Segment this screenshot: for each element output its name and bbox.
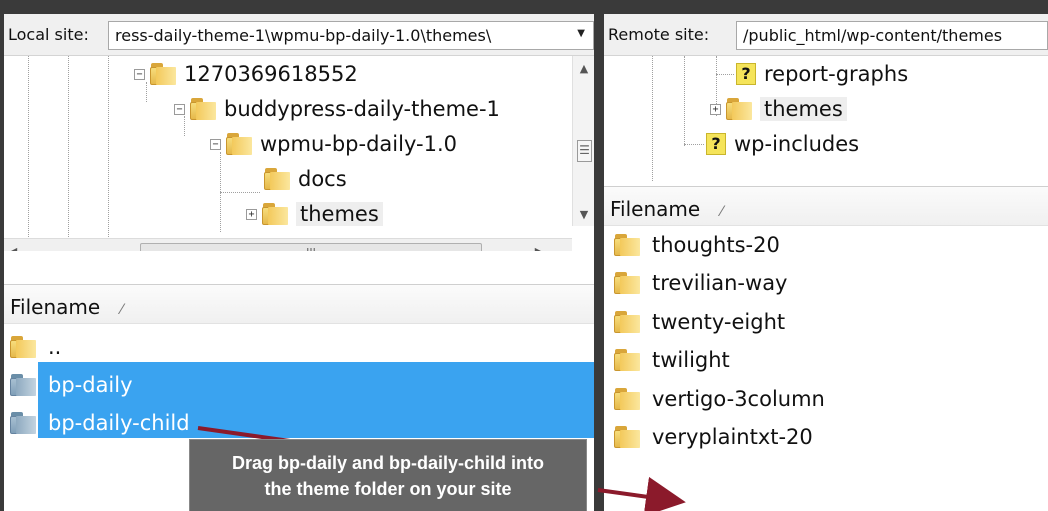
tree-item-label: themes [760, 97, 847, 121]
local-path-combo[interactable]: ress-daily-theme-1\wpmu-bp-daily-1.0\the… [108, 21, 594, 50]
tree-item-label: docs [298, 167, 347, 191]
folder-icon [614, 349, 640, 371]
list-item-trevilian-way[interactable]: trevilian-way [614, 264, 792, 302]
list-item[interactable]: .. [10, 328, 65, 366]
scroll-up-icon[interactable]: ▲ [573, 62, 594, 75]
folder-icon [150, 63, 176, 85]
folder-icon [614, 234, 640, 256]
folder-icon [262, 203, 288, 225]
file-name: trevilian-way [652, 271, 788, 295]
list-item-bp-daily-child[interactable]: bp-daily-child [10, 404, 194, 442]
tree-item-label: 1270369618552 [184, 62, 358, 86]
local-directory-tree: − 1270369618552 − buddypress-daily-theme… [4, 56, 594, 251]
remote-directory-tree: ? report-graphs + themes ? wp-includes [604, 56, 1048, 181]
local-filename-column-header[interactable]: Filename ⁄ [4, 284, 594, 324]
file-name: bp-daily [48, 373, 133, 397]
expand-icon[interactable]: + [246, 208, 257, 220]
list-item-bp-daily[interactable]: bp-daily [10, 366, 137, 404]
remote-filename-column-header[interactable]: Filename ⁄ [604, 186, 1048, 226]
collapse-icon[interactable]: − [174, 103, 185, 115]
file-name: veryplaintxt-20 [652, 425, 813, 449]
scroll-right-icon[interactable]: ▶ [532, 245, 546, 251]
scroll-thumb-horizontal[interactable]: III [140, 243, 482, 251]
local-site-pane: Local site: ress-daily-theme-1\wpmu-bp-d… [4, 14, 594, 511]
question-icon: ? [736, 63, 756, 85]
folder-icon [614, 272, 640, 294]
file-name: twilight [652, 348, 730, 372]
tree-item-1270369618552[interactable]: − 1270369618552 [134, 58, 358, 90]
tree-item-label: buddypress-daily-theme-1 [224, 97, 500, 121]
sort-icon: ⁄ [120, 302, 123, 318]
collapse-icon[interactable]: − [210, 138, 221, 150]
list-item-vertigo-3column[interactable]: vertigo-3column [614, 380, 829, 418]
list-item-thoughts-20[interactable]: thoughts-20 [614, 226, 784, 264]
folder-icon [226, 133, 252, 155]
folder-icon [264, 168, 290, 190]
local-tree-vertical-scrollbar[interactable]: ▲ ☰ ▼ [572, 56, 594, 226]
scroll-thumb-grip-icon[interactable]: ☰ [577, 140, 592, 162]
list-item-veryplaintxt-20[interactable]: veryplaintxt-20 [614, 418, 817, 456]
collapse-icon[interactable]: − [134, 68, 145, 80]
folder-icon [614, 311, 640, 333]
remote-path-value: /public_html/wp-content/themes [743, 26, 1003, 45]
folder-icon [726, 98, 752, 120]
folder-icon [190, 98, 216, 120]
folder-icon [10, 374, 36, 396]
scroll-left-icon[interactable]: ◀ [6, 245, 20, 251]
tree-item-docs[interactable]: docs [264, 163, 347, 195]
tree-item-themes[interactable]: + themes [246, 198, 383, 230]
remote-site-pane: Remote site: /public_html/wp-content/the… [604, 14, 1048, 511]
folder-icon [10, 336, 36, 358]
chevron-down-icon[interactable]: ▼ [577, 28, 585, 39]
tree-item-label: wpmu-bp-daily-1.0 [260, 132, 457, 156]
tree-item-label: themes [296, 202, 383, 226]
local-site-bar: Local site: ress-daily-theme-1\wpmu-bp-d… [4, 14, 594, 56]
filename-header-label: Filename [10, 295, 101, 319]
remote-site-bar: Remote site: /public_html/wp-content/the… [604, 14, 1048, 56]
list-item-twenty-eight[interactable]: twenty-eight [614, 303, 789, 341]
scroll-down-icon[interactable]: ▼ [573, 208, 594, 221]
file-name: thoughts-20 [652, 233, 780, 257]
remote-site-label: Remote site: [608, 25, 710, 44]
local-tree-horizontal-scrollbar[interactable]: ◀ III ▶ [4, 238, 572, 251]
tree-item-buddypress-daily-theme-1[interactable]: − buddypress-daily-theme-1 [174, 93, 500, 125]
callout-line-1: Drag bp-daily and bp-daily-child into [231, 453, 544, 473]
local-path-value: ress-daily-theme-1\wpmu-bp-daily-1.0\the… [115, 26, 492, 45]
tree-item-wpmu-bp-daily-1.0[interactable]: − wpmu-bp-daily-1.0 [210, 128, 457, 160]
question-icon: ? [706, 133, 726, 155]
local-site-label: Local site: [8, 25, 89, 44]
tree-item-label: wp-includes [734, 132, 860, 156]
callout-line-2: the theme folder on your site [264, 479, 512, 499]
tree-item-themes[interactable]: + themes [710, 93, 847, 125]
instruction-callout: Drag bp-daily and bp-daily-child into th… [190, 440, 586, 511]
sort-icon: ⁄ [720, 204, 723, 220]
file-name: bp-daily-child [48, 411, 190, 435]
tree-item-wp-includes[interactable]: ? wp-includes [706, 128, 859, 160]
list-item-twilight[interactable]: twilight [614, 341, 734, 379]
folder-icon [614, 388, 640, 410]
file-name: twenty-eight [652, 310, 786, 334]
tree-item-label: report-graphs [764, 62, 909, 86]
remote-path-combo[interactable]: /public_html/wp-content/themes [736, 21, 1048, 50]
file-name: .. [48, 335, 62, 359]
file-name: vertigo-3column [652, 387, 825, 411]
folder-icon [614, 426, 640, 448]
expand-icon[interactable]: + [710, 103, 721, 115]
folder-icon [10, 412, 36, 434]
filename-header-label: Filename [610, 197, 701, 221]
tree-item-report-graphs[interactable]: ? report-graphs [736, 58, 908, 90]
